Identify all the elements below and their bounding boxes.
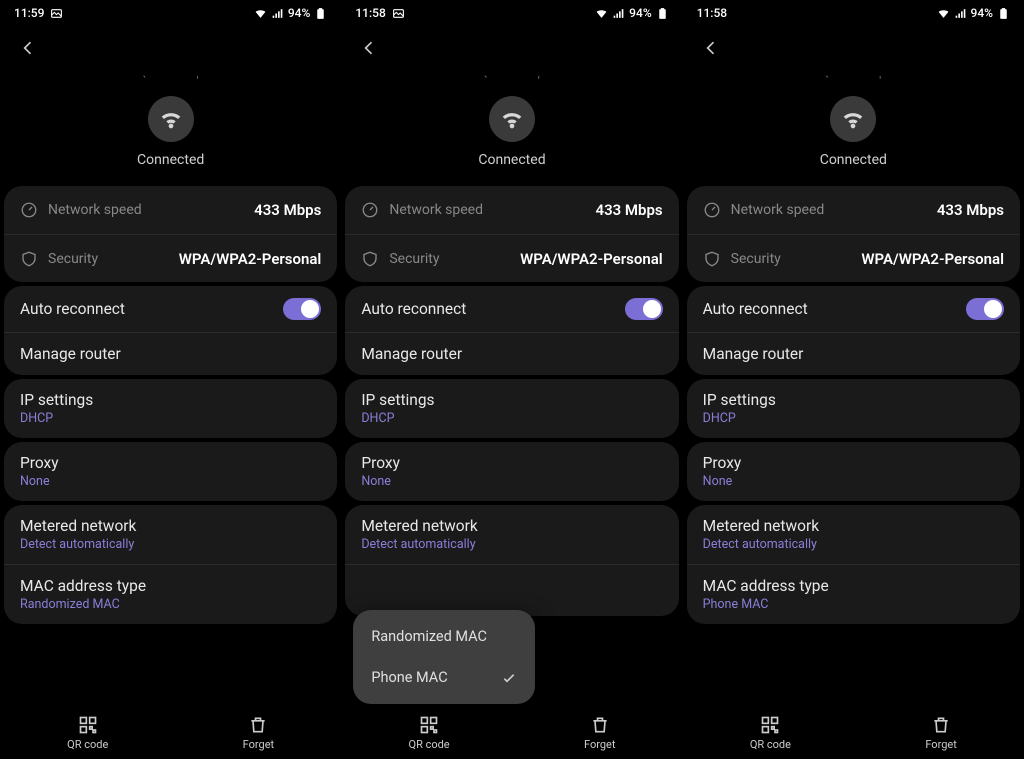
wifi-status-icon [254,7,267,20]
security-row: Security WPA/WPA2-Personal [687,234,1020,282]
qr-button[interactable]: QR code [409,715,450,751]
signal-icon [954,7,967,20]
speed-row: Network speed 433 Mbps [687,186,1020,234]
qr-icon [78,715,98,735]
signal-icon [271,7,284,20]
connected-label: Connected [820,152,887,168]
screen-1: 11:59 94% `' Connected Network speed [0,0,341,759]
auto-reconnect-row[interactable]: Auto reconnect [4,286,337,332]
auto-reconnect-toggle[interactable] [283,298,321,320]
forget-button[interactable]: Forget [584,715,615,751]
battery-text: 94% [629,6,651,20]
wifi-header: `' Connected [0,66,341,182]
check-icon [501,670,517,686]
back-icon[interactable] [701,38,721,58]
manage-router-row[interactable]: Manage router [687,332,1020,375]
security-row: Security WPA/WPA2-Personal [4,234,337,282]
status-bar: 11:58 94% [683,0,1024,24]
wifi-status-icon [937,7,950,20]
ip-settings-row[interactable]: IP settings DHCP [4,379,337,438]
battery-text: 94% [288,6,310,20]
signal-icon [612,7,625,20]
info-card: Network speed 433 Mbps Security WPA/WPA2… [4,186,337,282]
image-icon [50,7,63,20]
clock: 11:59 [14,6,44,20]
qr-icon [760,715,780,735]
auto-reconnect-toggle[interactable] [966,298,1004,320]
forget-button[interactable]: Forget [925,715,956,751]
speed-value: 433 Mbps [254,201,321,219]
trash-icon [248,715,268,735]
speed-icon [361,201,379,219]
mac-type-row[interactable]: MAC address type Randomized MAC [4,564,337,624]
connected-label: Connected [478,152,545,168]
speed-icon [703,201,721,219]
ip-settings-row[interactable]: IP settings DHCP [687,379,1020,438]
speed-row: Network speed 433 Mbps [345,186,678,234]
shield-icon [361,250,379,268]
status-bar: 11:58 94% [341,0,682,24]
clock: 11:58 [355,6,385,20]
screen-3: 11:58 94% `' Connected Network speed [683,0,1024,759]
battery-icon [997,7,1010,20]
shield-icon [20,250,38,268]
metered-row[interactable]: Metered network Detect automatically [687,505,1020,564]
screen-2: 11:58 94% `' Connected Network speed [341,0,682,759]
status-bar: 11:59 94% [0,0,341,24]
wifi-icon [489,96,535,142]
auto-reconnect-toggle[interactable] [625,298,663,320]
trash-icon [931,715,951,735]
bottom-bar: QR code Forget [0,707,341,759]
qr-button[interactable]: QR code [750,715,791,751]
clock: 11:58 [697,6,727,20]
battery-icon [656,7,669,20]
wifi-status-icon [595,7,608,20]
wifi-icon [830,96,876,142]
qr-button[interactable]: QR code [67,715,108,751]
proxy-row[interactable]: Proxy None [687,442,1020,501]
connected-label: Connected [137,152,204,168]
qr-icon [419,715,439,735]
back-icon[interactable] [359,38,379,58]
security-row: Security WPA/WPA2-Personal [345,234,678,282]
speed-icon [20,201,38,219]
ip-settings-row[interactable]: IP settings DHCP [345,379,678,438]
metered-row[interactable]: Metered network Detect automatically [4,505,337,564]
proxy-row[interactable]: Proxy None [345,442,678,501]
auto-reconnect-row[interactable]: Auto reconnect [345,286,678,332]
battery-icon [314,7,327,20]
proxy-row[interactable]: Proxy None [4,442,337,501]
shield-icon [703,250,721,268]
mac-type-popup: Randomized MAC Phone MAC [353,610,535,704]
security-value: WPA/WPA2-Personal [179,250,322,268]
metered-row[interactable]: Metered network Detect automatically [345,505,678,564]
manage-router-row[interactable]: Manage router [345,332,678,375]
trash-icon [590,715,610,735]
forget-button[interactable]: Forget [243,715,274,751]
manage-router-row[interactable]: Manage router [4,332,337,375]
speed-row: Network speed 433 Mbps [4,186,337,234]
battery-text: 94% [971,6,993,20]
mac-type-row[interactable]: MAC address type Phone MAC [687,564,1020,624]
popup-phone-mac[interactable]: Phone MAC [353,657,535,698]
auto-reconnect-row[interactable]: Auto reconnect [687,286,1020,332]
image-icon [392,7,405,20]
popup-randomized-mac[interactable]: Randomized MAC [353,616,535,657]
back-icon[interactable] [18,38,38,58]
wifi-icon [148,96,194,142]
